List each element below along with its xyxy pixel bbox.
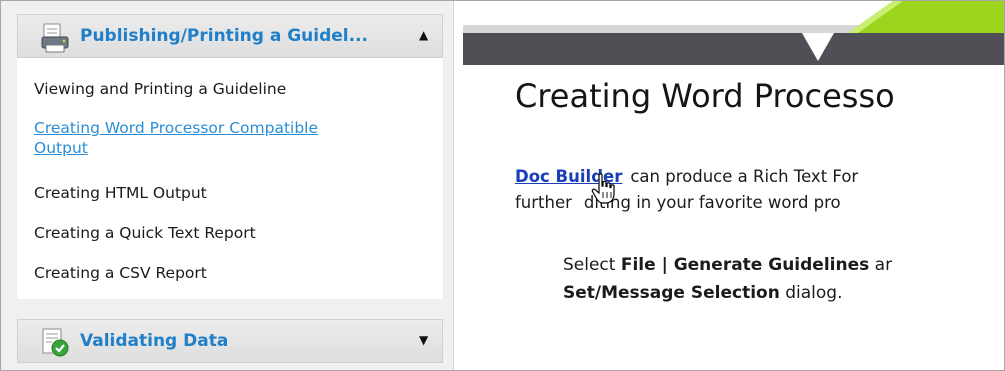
intro-line2-text-b: diting in your favorite word pro <box>583 193 841 212</box>
topic-quick-text-report[interactable]: Creating a Quick Text Report <box>34 223 256 243</box>
help-window: Publishing/Printing a Guidel... ▲ Viewin… <box>0 0 1005 371</box>
instruction-step: Select File | Generate Guidelines ar Set… <box>563 251 892 307</box>
step-text: ar <box>869 255 893 275</box>
document-check-icon <box>38 328 72 362</box>
topic-label: Creating a Quick Text Report <box>34 224 256 242</box>
topic-viewing-printing[interactable]: Viewing and Printing a Guideline <box>34 79 286 99</box>
section-header-validating-data[interactable]: Validating Data ▼ <box>17 319 443 363</box>
help-content-pane: Creating Word Processo Doc Builder can pr… <box>463 1 1004 370</box>
topic-label: Viewing and Printing a Guideline <box>34 80 287 98</box>
section-header-publishing[interactable]: Publishing/Printing a Guidel... ▲ <box>17 14 443 58</box>
topic-label-line2: Output <box>34 139 88 157</box>
topic-html-output[interactable]: Creating HTML Output <box>34 183 207 203</box>
chevron-down-icon[interactable]: ▼ <box>419 333 428 347</box>
printer-icon <box>38 23 72 57</box>
header-banner <box>463 1 1004 65</box>
topic-label: Creating a CSV Report <box>34 264 207 282</box>
section-title: Validating Data <box>80 331 229 351</box>
page-title: Creating Word Processo <box>515 77 895 115</box>
step-text: Select <box>563 255 621 275</box>
intro-line2-text-a: further <box>515 193 572 212</box>
topic-csv-report[interactable]: Creating a CSV Report <box>34 263 207 283</box>
topic-label-line1: Creating Word Processor Compatible <box>34 119 319 137</box>
topic-label: Creating HTML Output <box>34 184 207 202</box>
menu-path: File | Generate Guidelines <box>620 255 870 275</box>
dialog-name: Set/Message Selection <box>563 283 780 303</box>
section-topic-list: Viewing and Printing a Guideline Creatin… <box>17 58 443 299</box>
step-text: dialog. <box>779 283 843 303</box>
hand-pointer-cursor-icon <box>591 173 615 204</box>
section-title: Publishing/Printing a Guidel... <box>80 26 369 46</box>
chevron-up-icon[interactable]: ▲ <box>419 28 428 42</box>
intro-line1-text: can produce a Rich Text For <box>630 167 859 186</box>
topic-word-processor-output[interactable]: Creating Word Processor Compatible Outpu… <box>34 118 318 158</box>
help-navigation-pane: Publishing/Printing a Guidel... ▲ Viewin… <box>1 1 454 370</box>
intro-paragraph: Doc Builder can produce a Rich Text For f… <box>515 164 858 216</box>
